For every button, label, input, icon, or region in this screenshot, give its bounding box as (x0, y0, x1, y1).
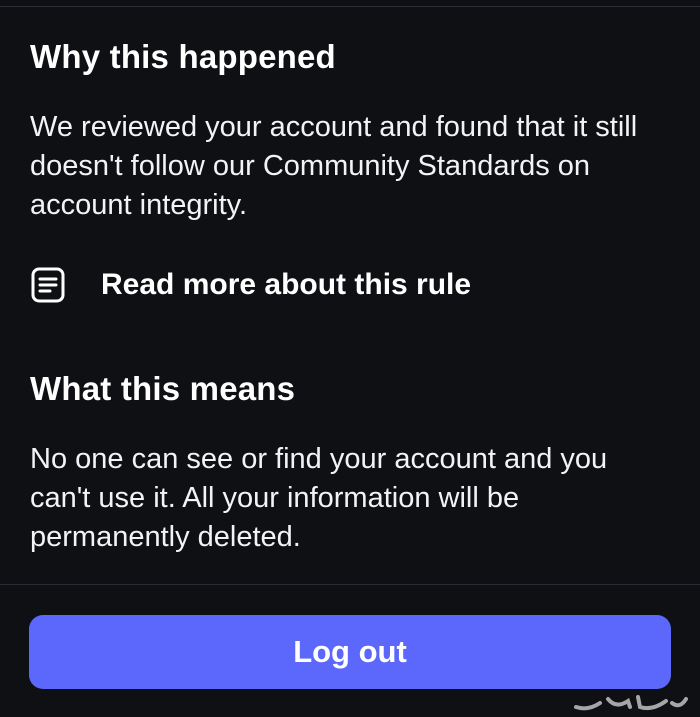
watermark-logo (574, 695, 688, 711)
why-body-text: We reviewed your account and found that … (30, 111, 638, 221)
logout-button[interactable]: Log out (29, 615, 671, 689)
document-icon (30, 267, 66, 303)
logout-label: Log out (293, 634, 407, 669)
why-heading: Why this happened (30, 38, 336, 75)
bottom-divider (0, 584, 700, 585)
read-more-rule-label: Read more about this rule (101, 268, 472, 301)
means-body-text: No one can see or find your account and … (30, 443, 608, 553)
means-heading: What this means (30, 370, 296, 407)
top-divider (0, 6, 700, 7)
read-more-rule-link[interactable]: Read more about this rule (30, 258, 471, 312)
